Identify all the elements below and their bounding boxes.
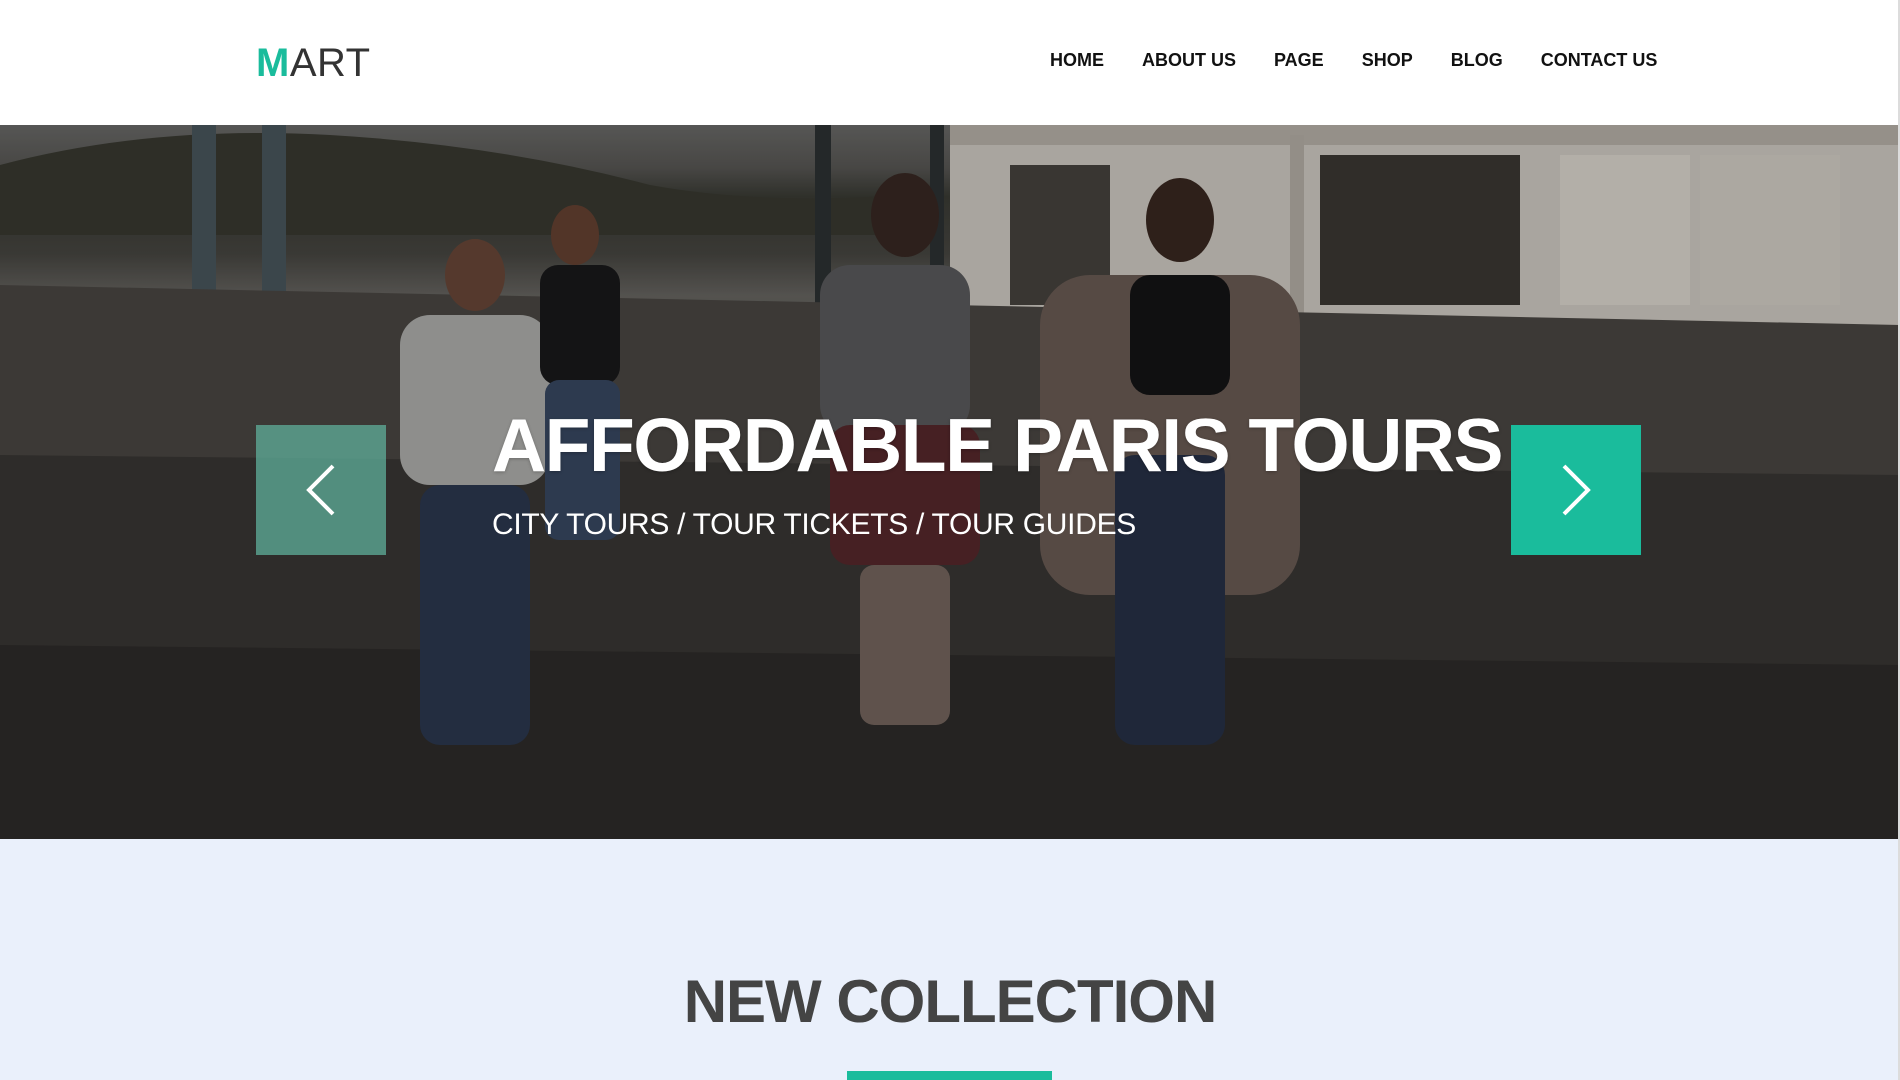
hero-slider: AFFORDABLE PARIS TOURS CITY TOURS / TOUR… — [0, 125, 1900, 839]
site-header: MART HOME ABOUT US PAGE SHOP BLOG CONTAC… — [0, 0, 1900, 125]
chevron-right-icon — [1562, 464, 1591, 516]
nav-blog[interactable]: BLOG — [1451, 48, 1503, 72]
hero-subtitle: CITY TOURS / TOUR TICKETS / TOUR GUIDES — [492, 508, 1136, 541]
section-title: NEW COLLECTION — [683, 968, 1218, 1035]
main-nav: HOME ABOUT US PAGE SHOP BLOG CONTACT US — [1050, 48, 1657, 72]
chevron-left-icon — [306, 464, 335, 516]
slider-next-button[interactable] — [1511, 425, 1641, 555]
site-logo[interactable]: MART — [256, 40, 371, 86]
nav-page[interactable]: PAGE — [1274, 48, 1324, 72]
new-collection-section: NEW COLLECTION — [0, 839, 1900, 1080]
nav-contact-us[interactable]: CONTACT US — [1541, 48, 1658, 72]
title-underline — [847, 1071, 1052, 1080]
nav-home[interactable]: HOME — [1050, 48, 1104, 72]
slider-prev-button[interactable] — [256, 425, 386, 555]
nav-about-us[interactable]: ABOUT US — [1142, 48, 1236, 72]
hero-title: AFFORDABLE PARIS TOURS — [492, 403, 1504, 487]
logo-accent-letter: M — [256, 41, 290, 85]
logo-text: ART — [289, 41, 371, 85]
nav-shop[interactable]: SHOP — [1362, 48, 1413, 72]
